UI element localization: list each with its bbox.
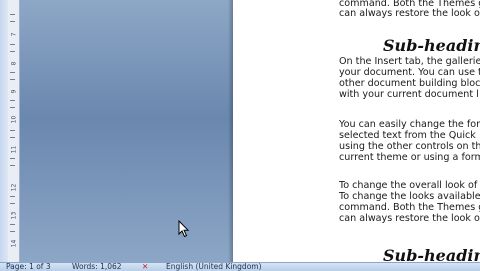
body-text-line: your document. You can use t (339, 67, 480, 78)
body-text-line: To change the overall look of (339, 180, 478, 191)
ruler-number: 7 (10, 32, 18, 37)
mouse-pointer-icon (178, 219, 190, 242)
ruler-number: 12 (10, 183, 18, 192)
body-text-line: can always restore the look o (339, 8, 480, 19)
body-text-line: can always restore the look o (339, 213, 480, 224)
ruler-number: 10 (10, 115, 18, 124)
body-text-line: On the Insert tab, the gallerie (339, 56, 480, 67)
page-margin-area[interactable] (20, 0, 233, 262)
body-text-line: To change the looks available (339, 191, 480, 202)
ruler-number: 14 (10, 239, 18, 248)
body-text-line: You can easily change the for (339, 119, 480, 130)
body-text-line: other document building block (339, 78, 480, 89)
ruler-number: 8 (10, 61, 18, 66)
sub-heading: Sub-heading (383, 36, 480, 55)
window-frame-left (0, 0, 8, 262)
body-text-line: using the other controls on th (339, 141, 480, 152)
body-text-line: selected text from the Quick (339, 130, 476, 141)
vertical-ruler[interactable]: 7 8 9 10 11 12 13 14 (8, 0, 20, 262)
ruler-number: 11 (10, 145, 18, 154)
ruler-number: 13 (10, 211, 18, 220)
document-page[interactable]: command. Both the Themes ga can always r… (233, 0, 480, 262)
body-text-line: command. Both the Themes g (339, 202, 480, 213)
sub-heading: Sub-heading (383, 246, 480, 262)
body-text-line: current theme or using a form (339, 152, 480, 163)
ruler-number: 9 (10, 89, 18, 94)
body-text-line: with your current document l (339, 89, 479, 100)
